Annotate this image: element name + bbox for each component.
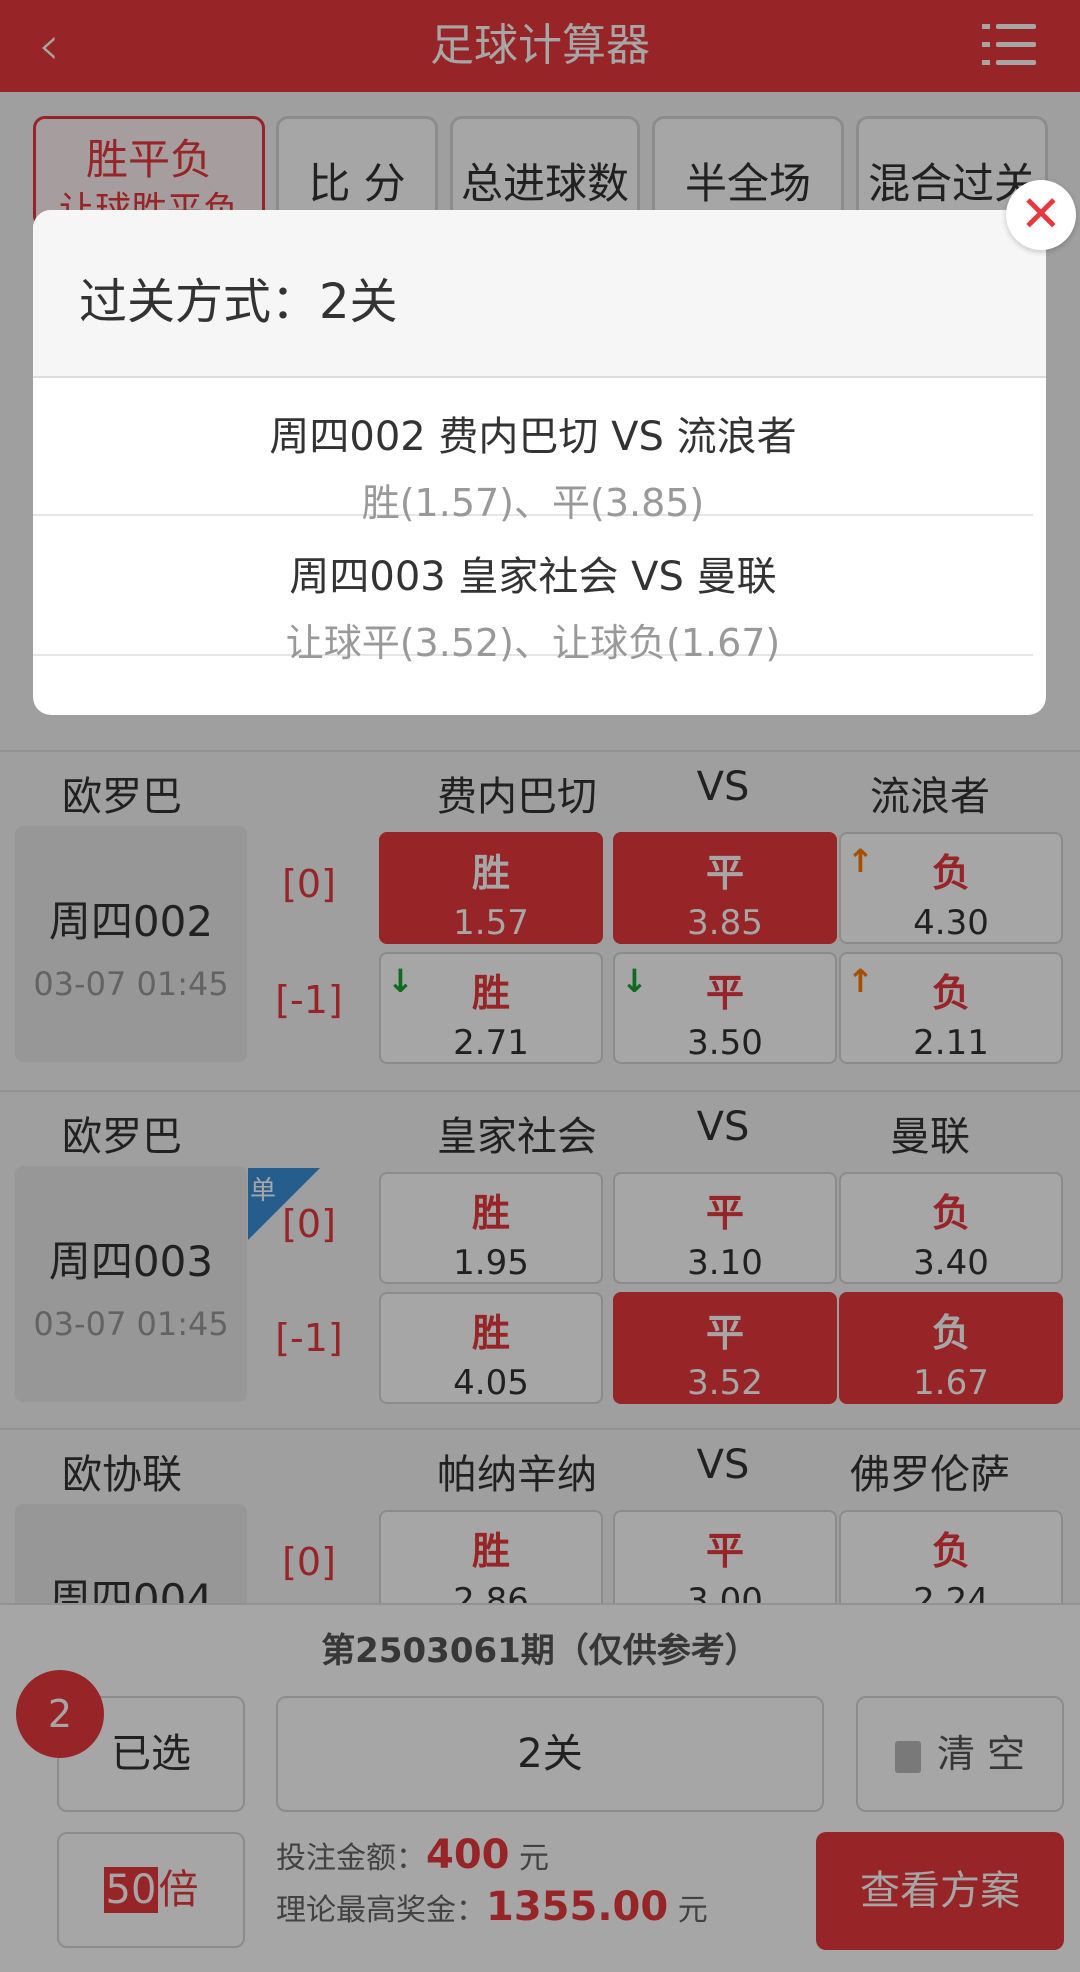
dialog-header: 过关方式：2关 bbox=[33, 210, 1046, 378]
close-icon[interactable]: ✕ bbox=[1006, 180, 1076, 250]
dialog-title: 过关方式：2关 bbox=[79, 274, 398, 330]
dialog-item: 周四002 费内巴切 VS 流浪者 胜(1.57)、平(3.85) bbox=[33, 390, 1033, 525]
dialog-item-match: 周四002 费内巴切 VS 流浪者 bbox=[269, 414, 797, 460]
dialog-item-match: 周四003 皇家社会 VS 曼联 bbox=[289, 554, 777, 600]
pass-mode-dialog: 过关方式：2关 周四002 费内巴切 VS 流浪者 胜(1.57)、平(3.85… bbox=[33, 210, 1046, 715]
dialog-item-picks: 让球平(3.52)、让球负(1.67) bbox=[285, 621, 781, 665]
calculator-page: ‹ 足球计算器 胜平负 让球胜平负 比 分 总进球数 半全场 混合过关 欧罗巴 … bbox=[0, 0, 1080, 1972]
dialog-item-picks: 胜(1.57)、平(3.85) bbox=[361, 481, 705, 525]
dialog-item: 周四003 皇家社会 VS 曼联 让球平(3.52)、让球负(1.67) bbox=[33, 530, 1033, 665]
